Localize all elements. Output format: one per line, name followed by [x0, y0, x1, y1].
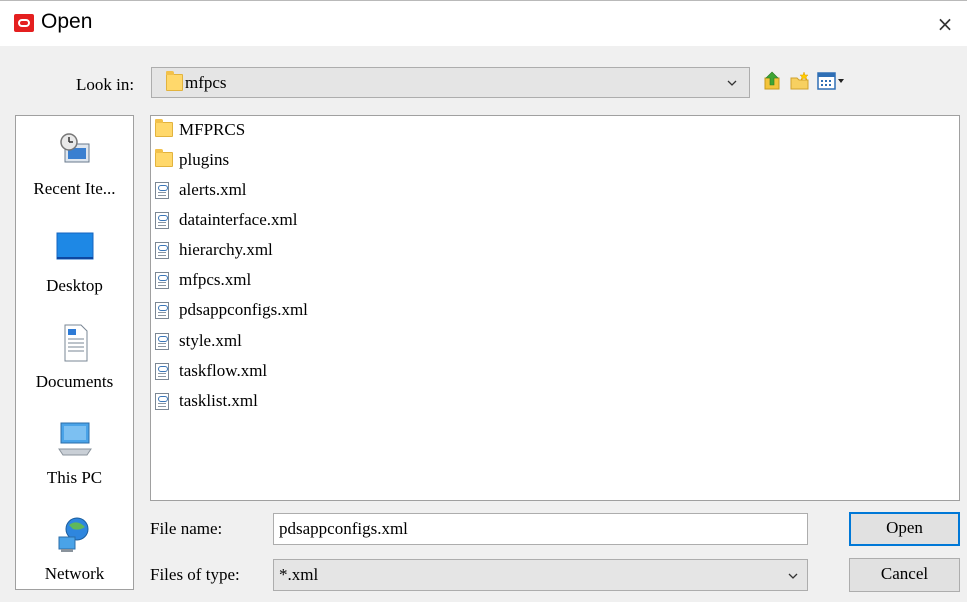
list-item-file[interactable]: datainterface.xml [154, 207, 297, 233]
xml-file-icon [155, 302, 169, 319]
list-item-file[interactable]: hierarchy.xml [154, 237, 273, 263]
place-network[interactable]: Network [16, 515, 133, 584]
list-item-file[interactable]: mfpcs.xml [154, 267, 251, 293]
xml-file-icon [155, 212, 169, 229]
up-folder-icon[interactable] [762, 70, 784, 92]
list-item-file[interactable]: style.xml [154, 328, 242, 354]
folder-icon [166, 71, 183, 91]
file-name: tasklist.xml [179, 391, 258, 410]
file-name: hierarchy.xml [179, 240, 273, 259]
place-label: Recent Ite... [33, 179, 116, 198]
xml-file-icon [155, 363, 169, 380]
list-item-file[interactable]: tasklist.xml [154, 388, 258, 414]
desktop-icon [56, 232, 93, 260]
file-type-select[interactable]: *.xml [273, 559, 808, 591]
file-type-label: Files of type: [150, 565, 240, 584]
xml-file-icon [155, 333, 169, 350]
title-bar: Open × [0, 0, 967, 46]
xml-file-icon [155, 182, 169, 199]
open-button[interactable]: Open [849, 512, 960, 546]
recent-items-icon [59, 133, 89, 163]
file-name: plugins [179, 150, 230, 169]
xml-file-icon [155, 242, 169, 259]
chevron-down-icon [727, 80, 737, 86]
documents-icon [64, 324, 87, 362]
list-item-file[interactable]: pdsappconfigs.xml [154, 297, 308, 323]
xml-file-icon [155, 393, 169, 410]
network-icon [58, 517, 88, 552]
list-item-folder[interactable]: MFPRCS [154, 117, 245, 143]
close-button[interactable]: × [930, 11, 960, 37]
file-name-input[interactable] [273, 513, 808, 545]
place-this-pc[interactable]: This PC [16, 419, 133, 488]
folder-icon [155, 149, 173, 167]
cancel-button[interactable]: Cancel [849, 558, 960, 592]
this-pc-icon [57, 422, 92, 456]
folder-icon [155, 119, 173, 137]
file-name: datainterface.xml [179, 210, 298, 229]
place-label: Documents [35, 372, 114, 391]
dialog-body: Look in: mfpcs Recent Ite... Desktop Doc… [0, 46, 967, 602]
file-type-value: *.xml [279, 565, 319, 584]
oracle-app-icon [14, 14, 34, 32]
file-name: alerts.xml [179, 180, 247, 199]
place-label: This PC [46, 468, 103, 487]
file-name-label: File name: [150, 519, 223, 538]
chevron-down-icon [788, 573, 798, 579]
file-name: style.xml [179, 331, 242, 350]
file-name: mfpcs.xml [179, 270, 252, 289]
place-label: Desktop [46, 276, 103, 295]
look-in-combobox[interactable]: mfpcs [151, 67, 750, 98]
view-menu-icon[interactable] [816, 70, 846, 92]
list-item-file[interactable]: taskflow.xml [154, 358, 267, 384]
places-bar: Recent Ite... Desktop Documents This PC … [15, 115, 134, 590]
place-label: Network [44, 564, 105, 583]
place-recent-items[interactable]: Recent Ite... [16, 130, 133, 199]
file-name: MFPRCS [179, 120, 246, 139]
window-title: Open [41, 10, 93, 33]
place-documents[interactable]: Documents [16, 323, 133, 392]
look-in-value: mfpcs [185, 73, 227, 92]
look-in-label: Look in: [76, 75, 135, 94]
new-folder-icon[interactable] [789, 70, 811, 92]
list-item-file[interactable]: alerts.xml [154, 177, 247, 203]
place-desktop[interactable]: Desktop [16, 227, 133, 296]
list-item-folder[interactable]: plugins [154, 147, 229, 173]
file-name: taskflow.xml [179, 361, 268, 380]
xml-file-icon [155, 272, 169, 289]
file-list[interactable]: MFPRCS plugins alerts.xml datainterface.… [150, 115, 960, 501]
file-name: pdsappconfigs.xml [179, 300, 308, 319]
